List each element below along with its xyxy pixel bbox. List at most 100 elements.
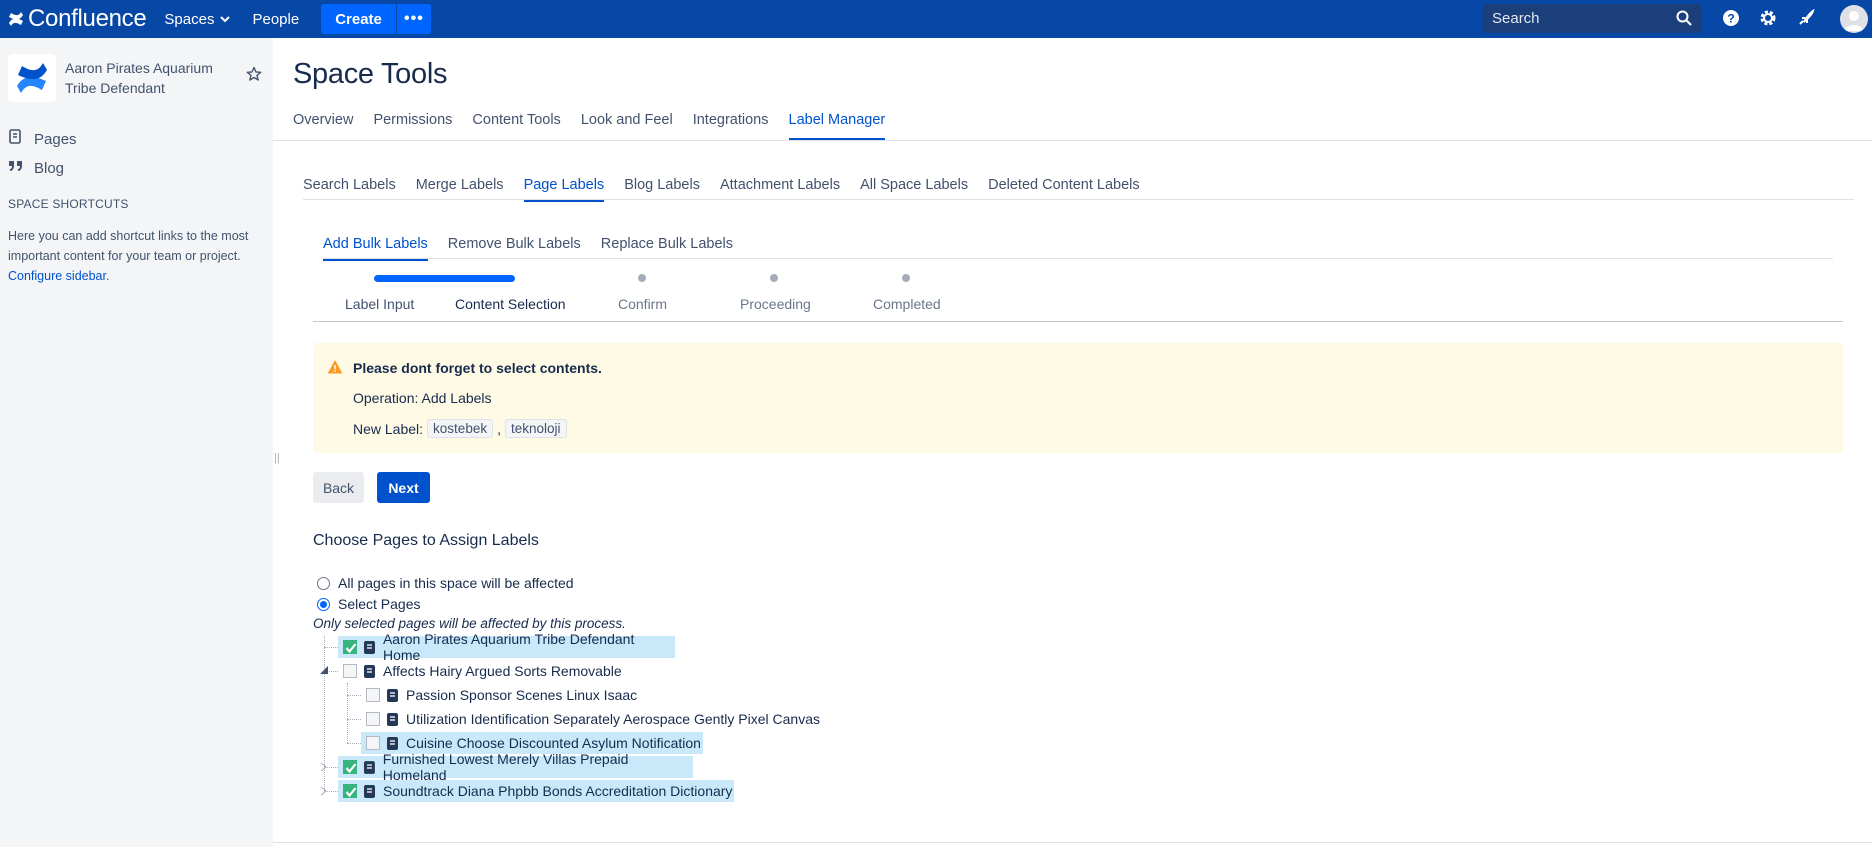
warning-new-labels: New Label: kostebek , teknoloji: [353, 419, 567, 438]
divider: [273, 140, 1872, 141]
page-checkbox[interactable]: [343, 664, 357, 678]
page-title: Space Tools: [293, 58, 448, 90]
step-label-input: Label Input: [345, 296, 415, 312]
search-icon: [1676, 10, 1692, 26]
new-label-prefix: New Label:: [353, 420, 424, 437]
page-icon: [363, 640, 375, 654]
page-icon: [387, 688, 398, 702]
label-separator: ,: [497, 420, 501, 437]
page-checkbox-checked[interactable]: [343, 760, 357, 774]
tree-connector: [347, 695, 361, 696]
tree-connector: [347, 743, 361, 744]
warning-operation: Operation: Add Labels: [353, 390, 492, 406]
space-shortcuts-heading: SPACE SHORTCUTS: [8, 197, 129, 211]
radio-button-selected[interactable]: [317, 597, 330, 611]
page-checkbox-checked[interactable]: [343, 640, 357, 654]
warning-icon: [328, 360, 342, 374]
chevron-down-icon: [220, 15, 231, 22]
page-icon: [363, 760, 375, 774]
page-checkbox[interactable]: [366, 736, 380, 750]
radio-all-pages[interactable]: All pages in this space will be affected: [317, 575, 574, 591]
space-name[interactable]: Aaron Pirates Aquarium Tribe Defendant: [65, 58, 235, 98]
page-checkbox[interactable]: [366, 688, 380, 702]
settings-icon[interactable]: [1759, 9, 1777, 27]
page-checkbox[interactable]: [366, 712, 380, 726]
back-button[interactable]: Back: [313, 472, 364, 503]
top-navigation-bar: Confluence Spaces People Create ••• Sear…: [0, 0, 1872, 38]
search-placeholder: Search: [1492, 10, 1540, 27]
step-confirm: Confirm: [618, 296, 668, 312]
sidebar-resize-handle[interactable]: ||: [274, 452, 280, 464]
tree-item-page[interactable]: Aaron Pirates Aquarium Tribe Defendant H…: [338, 631, 675, 663]
people-link[interactable]: People: [252, 11, 299, 28]
step-proceeding: Proceeding: [740, 296, 811, 312]
sidebar-item-label: Pages: [34, 130, 77, 148]
radio-label: Select Pages: [338, 596, 421, 612]
next-button[interactable]: Next: [377, 472, 430, 503]
tree-item-page[interactable]: Soundtrack Diana Phpbb Bonds Accreditati…: [338, 780, 734, 802]
spaces-menu[interactable]: Spaces: [164, 11, 231, 28]
page-title-label: Aaron Pirates Aquarium Tribe Defendant H…: [382, 631, 635, 663]
more-create-options-button[interactable]: •••: [396, 4, 431, 34]
sidebar-item-pages[interactable]: Pages: [8, 129, 77, 149]
step-content-selection: Content Selection: [455, 296, 566, 312]
tab-permissions[interactable]: Permissions: [373, 112, 452, 140]
configure-sidebar-link[interactable]: Configure sidebar: [8, 269, 106, 283]
user-avatar-icon: [1844, 11, 1864, 31]
expand-arrow-icon[interactable]: [320, 762, 328, 772]
tab-look-and-feel[interactable]: Look and Feel: [581, 112, 673, 140]
page-icon: [387, 712, 398, 726]
tree-connector: [347, 683, 348, 743]
collapse-arrow-icon[interactable]: [320, 666, 328, 674]
checkmark-icon: [345, 643, 357, 654]
page-icon: [364, 664, 375, 678]
page-title-label: Furnished Lowest Merely Villas Prepaid H…: [382, 751, 629, 783]
warning-message: Please dont forget to select contents. O…: [313, 343, 1843, 453]
page-icon: [364, 784, 375, 798]
divider: [323, 258, 1833, 259]
logo-text: Confluence: [28, 5, 147, 32]
confluence-logo-icon: [9, 12, 23, 26]
page-checkbox-checked[interactable]: [343, 784, 357, 798]
confluence-logo[interactable]: Confluence: [8, 5, 147, 33]
sidebar-item-blog[interactable]: Blog: [8, 159, 64, 177]
space-tools-tabs: Overview Permissions Content Tools Look …: [293, 112, 905, 140]
tab-overview[interactable]: Overview: [293, 112, 353, 140]
page-title-label: Affects Hairy Argued Sorts Removable: [383, 663, 622, 679]
search-input[interactable]: Search: [1483, 4, 1701, 33]
star-icon[interactable]: [246, 66, 262, 82]
tree-connector: [347, 719, 361, 720]
divider: [273, 842, 1872, 843]
pages-icon: [8, 129, 34, 149]
tab-content-tools[interactable]: Content Tools: [472, 112, 560, 140]
checkmark-icon: [345, 787, 357, 798]
confluence-space-icon: [17, 63, 47, 93]
page-icon: [387, 736, 398, 750]
page-title-label: Soundtrack Diana Phpbb Bonds Accreditati…: [383, 783, 733, 799]
divider: [313, 321, 1843, 322]
step-dot-confirm: [638, 274, 646, 282]
space-logo[interactable]: [8, 54, 56, 102]
tab-integrations[interactable]: Integrations: [693, 112, 769, 140]
avatar[interactable]: [1840, 5, 1868, 33]
tree-item-child-page[interactable]: Passion Sponsor Scenes Linux Isaac: [361, 684, 637, 706]
warning-title: Please dont forget to select contents.: [353, 360, 602, 376]
tree-connector: [324, 647, 338, 648]
expand-arrow-icon[interactable]: [320, 786, 328, 796]
radio-button[interactable]: [317, 576, 330, 590]
tree-item-child-page[interactable]: Utilization Identification Separately Ae…: [361, 708, 820, 730]
choose-pages-heading: Choose Pages to Assign Labels: [313, 532, 539, 549]
label-chip: kostebek: [427, 419, 494, 438]
radio-select-pages[interactable]: Select Pages: [317, 596, 421, 612]
tree-item-page[interactable]: Affects Hairy Argued Sorts Removable: [338, 660, 622, 682]
help-icon[interactable]: ?: [1722, 9, 1740, 27]
tab-label-manager[interactable]: Label Manager: [788, 112, 886, 140]
configure-suffix: .: [105, 269, 110, 283]
tree-item-page[interactable]: Furnished Lowest Merely Villas Prepaid H…: [338, 751, 693, 783]
create-button[interactable]: Create: [321, 4, 396, 34]
page-title-label: Utilization Identification Separately Ae…: [406, 711, 820, 727]
step-completed: Completed: [873, 296, 941, 312]
step-dot-completed: [902, 274, 910, 282]
notifications-icon[interactable]: [1797, 9, 1815, 27]
progress-bar: [374, 275, 515, 282]
